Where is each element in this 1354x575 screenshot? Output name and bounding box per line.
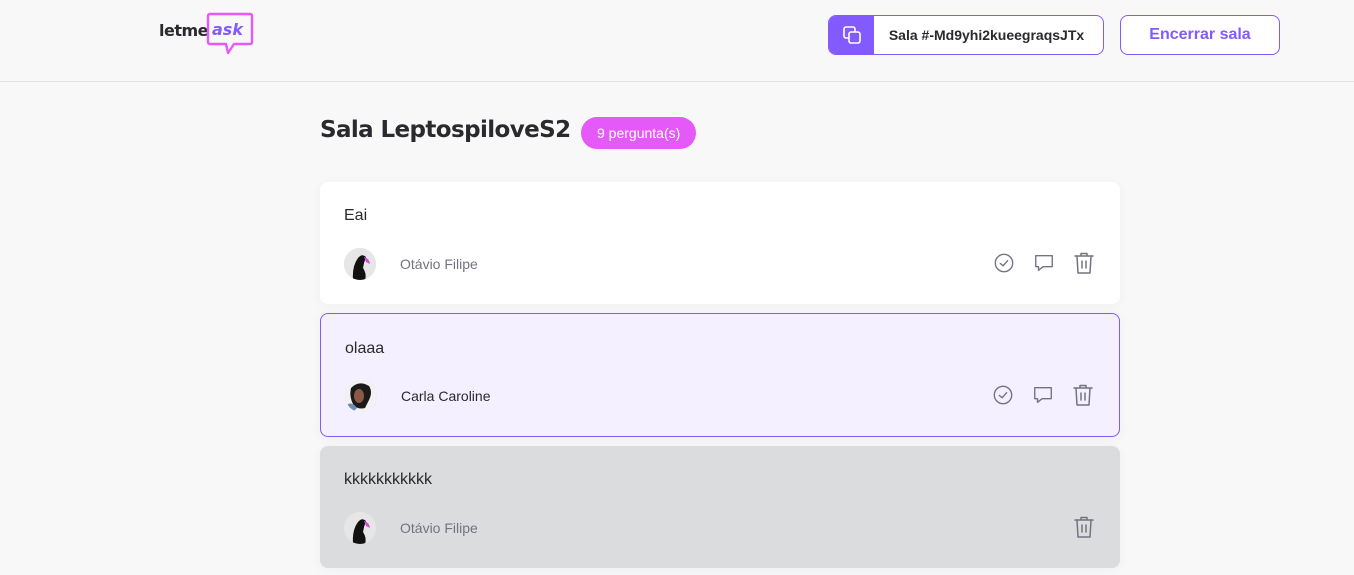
answer-icon[interactable] <box>1032 251 1056 275</box>
letmeask-logo[interactable]: letme ask <box>159 11 259 59</box>
avatar <box>345 380 377 412</box>
trash-icon[interactable] <box>1072 251 1096 275</box>
question-actions <box>992 251 1096 275</box>
copy-icon <box>829 16 874 54</box>
room-code-text: Sala #-Md9yhi2kueegraqsJTx <box>888 27 1085 43</box>
question-card: Eai Otávio Filipe <box>320 182 1120 304</box>
copy-room-code-button[interactable]: Sala #-Md9yhi2kueegraqsJTx <box>828 15 1104 55</box>
question-author: Carla Caroline <box>345 380 490 412</box>
check-circle-icon[interactable] <box>991 383 1015 407</box>
question-card-answered: kkkkkkkkkkk Otávio Filipe <box>320 446 1120 568</box>
trash-icon[interactable] <box>1071 383 1095 407</box>
answer-icon[interactable] <box>1031 383 1055 407</box>
question-text: olaaa <box>345 340 385 357</box>
page-header: letme ask Sala #-Md9yhi2kueegraqsJTx Enc… <box>0 0 1354 82</box>
author-name: Otávio Filipe <box>400 256 478 272</box>
trash-icon[interactable] <box>1072 515 1096 539</box>
question-text: Eai <box>344 207 368 224</box>
logo-accent-text: ask <box>212 20 243 39</box>
question-actions <box>1072 515 1096 539</box>
question-author: Otávio Filipe <box>344 248 478 280</box>
close-room-button[interactable]: Encerrar sala <box>1120 15 1280 55</box>
question-text: kkkkkkkkkkk <box>344 471 432 488</box>
question-author: Otávio Filipe <box>344 512 478 544</box>
avatar <box>344 512 376 544</box>
question-card-highlighted: olaaa Carla Caroline <box>320 313 1120 437</box>
author-name: Otávio Filipe <box>400 520 478 536</box>
page-title: Sala LeptospiloveS2 <box>320 117 571 143</box>
question-actions <box>991 383 1095 407</box>
logo-text: letme <box>159 21 209 40</box>
avatar <box>344 248 376 280</box>
question-count-badge: 9 pergunta(s) <box>581 117 697 149</box>
author-name: Carla Caroline <box>401 388 491 404</box>
check-circle-icon[interactable] <box>992 251 1016 275</box>
